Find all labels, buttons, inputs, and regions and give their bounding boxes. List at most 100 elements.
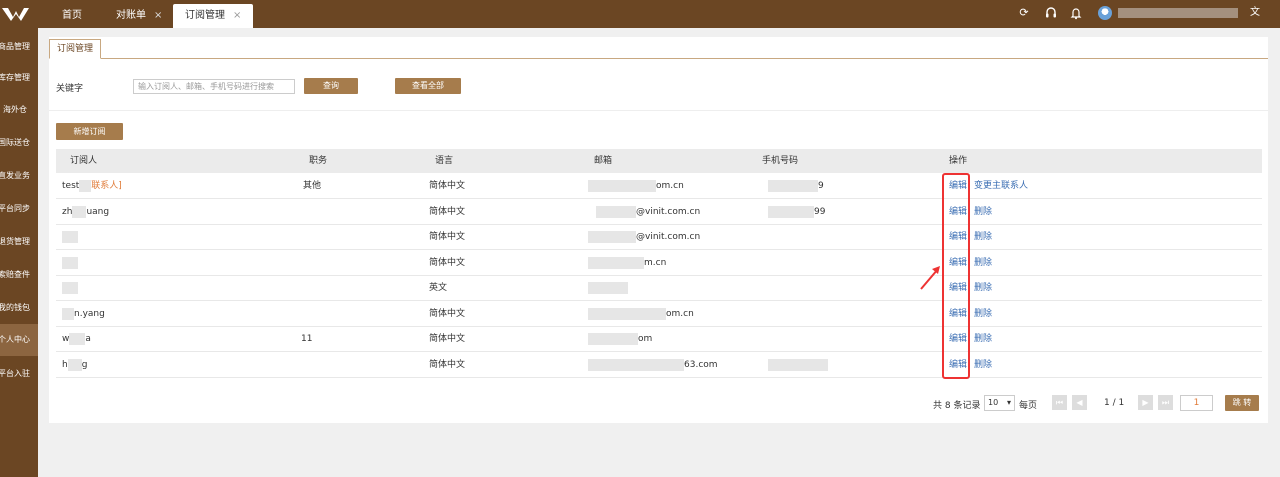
subscriber-cell: zh uang xyxy=(62,205,110,218)
email-cell: om.cn xyxy=(588,174,684,199)
bell-icon[interactable] xyxy=(1069,6,1083,20)
sidebar-item-sync[interactable]: 平台同步 xyxy=(0,193,38,225)
language-cell: 简体中文 xyxy=(429,360,466,370)
phone-cell: 9 xyxy=(768,174,824,199)
translate-icon[interactable]: 文 xyxy=(1248,6,1262,20)
email-cell: m.cn xyxy=(588,251,666,276)
page-size-select[interactable]: 10 ▾ xyxy=(984,395,1015,411)
col-email: 邮箱 xyxy=(594,156,613,166)
redacted xyxy=(62,230,78,243)
col-subscriber: 订阅人 xyxy=(70,156,98,166)
redacted xyxy=(588,256,644,269)
sidebar-item-wallet[interactable]: 我的钱包 xyxy=(0,292,38,324)
tab-subscription[interactable]: 订阅管理 × xyxy=(173,4,254,28)
search-input[interactable] xyxy=(133,79,295,94)
redacted xyxy=(62,281,78,294)
table-header: 订阅人 职务 语言 邮箱 手机号码 操作 xyxy=(56,149,1262,173)
tab-statement[interactable]: 对账单 × xyxy=(104,4,174,28)
redacted xyxy=(588,358,684,371)
role-cell: 其他 xyxy=(303,181,322,191)
query-button[interactable]: 查询 xyxy=(304,78,358,94)
delete-link[interactable]: 删除 xyxy=(974,353,992,378)
subscriber-cell: test 联系人] xyxy=(62,179,122,192)
first-page-icon[interactable]: ⏮ xyxy=(1052,395,1067,410)
next-page-icon[interactable]: ▶ xyxy=(1138,395,1153,410)
table-row: 简体中文 m.cn 编辑 删除 xyxy=(56,251,1262,276)
sidebar-item-profile[interactable]: 个人中心 xyxy=(0,324,38,356)
redacted xyxy=(72,205,87,218)
subscriber-cell: wa xyxy=(62,332,91,345)
language-cell: 简体中文 xyxy=(429,232,466,242)
subscriber-cell: hg xyxy=(62,358,88,371)
tab-divider xyxy=(49,58,1268,59)
per-page-label: 每页 xyxy=(1019,401,1038,411)
last-page-icon[interactable]: ⏭ xyxy=(1158,395,1173,410)
top-bar: 首页 对账单 × 订阅管理 × ⟳ 文 xyxy=(0,0,1280,28)
jump-page-input[interactable]: 1 xyxy=(1180,395,1213,411)
redacted xyxy=(768,358,828,371)
col-phone: 手机号码 xyxy=(762,156,799,166)
total-records: 共 8 条记录 xyxy=(933,401,981,411)
arrow-icon xyxy=(920,266,940,290)
tab-home[interactable]: 首页 xyxy=(50,4,94,28)
sidebar-item-inventory[interactable]: 库存管理 xyxy=(0,62,38,94)
role-cell: 11 xyxy=(301,334,313,344)
close-icon[interactable]: × xyxy=(154,4,162,28)
sidebar-item-claims[interactable]: 索赔查件 xyxy=(0,259,38,291)
redacted xyxy=(588,332,638,345)
delete-link[interactable]: 删除 xyxy=(974,251,992,276)
sidebar-item-intl[interactable]: 国际送仓 xyxy=(0,127,38,159)
headset-icon[interactable] xyxy=(1044,6,1058,20)
refresh-icon[interactable]: ⟳ xyxy=(1017,6,1031,20)
sidebar-item-overseas[interactable]: 海外仓 xyxy=(0,94,38,126)
subscriber-cell: n.yang xyxy=(62,302,105,327)
jump-button[interactable]: 跳 转 xyxy=(1225,395,1259,411)
redacted xyxy=(588,307,666,320)
table-row: wa 11 简体中文 om 编辑 删除 xyxy=(56,327,1262,352)
redacted xyxy=(69,332,86,345)
redacted xyxy=(79,179,92,192)
email-cell: om xyxy=(588,327,652,352)
change-primary-contact-link[interactable]: 变更主联系人 xyxy=(974,174,1028,199)
redacted xyxy=(62,256,78,269)
language-cell: 简体中文 xyxy=(429,334,466,344)
sidebar-item-products[interactable]: 商品管理 xyxy=(0,31,38,63)
sidebar-item-returns[interactable]: 退货管理 xyxy=(0,226,38,258)
subscriber-cell xyxy=(62,225,78,250)
redacted xyxy=(588,179,656,192)
delete-link[interactable]: 删除 xyxy=(974,327,992,352)
prev-page-icon[interactable]: ◀ xyxy=(1072,395,1087,410)
delete-link[interactable]: 删除 xyxy=(974,225,992,250)
phone-cell xyxy=(768,353,828,378)
delete-link[interactable]: 删除 xyxy=(974,302,992,327)
email-cell: @vinit.com.cn xyxy=(596,200,700,225)
delete-link[interactable]: 删除 xyxy=(974,200,992,225)
content-card: 订阅管理 关键字 查询 查看全部 新增订阅 订阅人 职务 语言 邮箱 手机号码 … xyxy=(49,37,1268,423)
email-cell: @vinit.com.cn xyxy=(588,225,700,250)
redacted xyxy=(588,281,628,294)
avatar[interactable] xyxy=(1098,6,1112,20)
table-row: 简体中文 @vinit.com.cn 编辑 删除 xyxy=(56,225,1262,250)
col-actions: 操作 xyxy=(949,156,968,166)
col-language: 语言 xyxy=(435,156,454,166)
redacted xyxy=(67,358,82,371)
table-row: hg 简体中文 63.com 编辑 删除 xyxy=(56,353,1262,378)
username-redacted xyxy=(1118,8,1238,18)
keyword-label: 关键字 xyxy=(56,84,84,94)
close-icon[interactable]: × xyxy=(233,4,241,28)
col-role: 职务 xyxy=(309,156,328,166)
delete-link[interactable]: 删除 xyxy=(974,276,992,301)
redacted xyxy=(768,205,814,218)
divider xyxy=(49,110,1268,111)
add-subscription-button[interactable]: 新增订阅 xyxy=(56,123,123,140)
sidebar: 商品管理 库存管理 海外仓 国际送仓 直发业务 平台同步 退货管理 索赔查件 我… xyxy=(0,28,38,477)
table-row: zh uang 简体中文 @vinit.com.cn 99 编辑 删除 xyxy=(56,200,1262,225)
subscriber-cell xyxy=(62,276,78,301)
view-all-button[interactable]: 查看全部 xyxy=(395,78,461,94)
page-tab[interactable]: 订阅管理 xyxy=(49,39,102,59)
language-cell: 英文 xyxy=(429,283,448,293)
sidebar-item-direct[interactable]: 直发业务 xyxy=(0,160,38,192)
sidebar-item-onboarding[interactable]: 平台入驻 xyxy=(0,358,38,390)
logo-icon xyxy=(2,8,29,21)
redacted xyxy=(768,179,818,192)
